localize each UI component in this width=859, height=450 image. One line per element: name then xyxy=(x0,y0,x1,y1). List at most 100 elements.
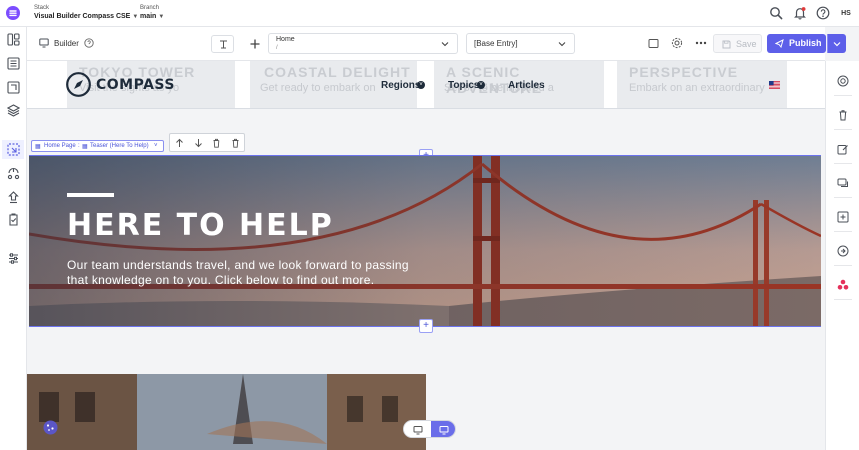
edit-icon[interactable] xyxy=(837,143,849,155)
publish-options-button[interactable] xyxy=(827,34,846,53)
teaser-hero[interactable]: HERE TO HELP Our team understands travel… xyxy=(29,155,821,327)
branch-switcher[interactable]: Branch main ▼ xyxy=(140,5,164,20)
visual-builder-nav-active[interactable] xyxy=(2,140,24,159)
settings-gear-icon[interactable] xyxy=(671,37,683,49)
workflow-icon[interactable] xyxy=(7,167,20,180)
cursor-text-icon xyxy=(219,40,228,49)
rail-divider xyxy=(834,163,852,164)
us-flag-icon[interactable] xyxy=(769,81,780,89)
deploy-icon[interactable] xyxy=(7,191,20,204)
tasks-icon[interactable] xyxy=(7,213,20,226)
publish-label: Publish xyxy=(789,38,822,48)
nav-regions[interactable]: Regions xyxy=(381,80,420,91)
stack-switcher[interactable]: Stack Visual Builder Compass CSE ▼ xyxy=(34,5,138,20)
user-avatar[interactable]: HS xyxy=(837,7,855,20)
chevron-down-icon: ▼ xyxy=(132,13,139,20)
selection-breadcrumb[interactable]: ▦ Home Page : ▦ Teaser (Here To Help) ˅ xyxy=(31,140,164,152)
rail-divider xyxy=(834,231,852,232)
compass-logo[interactable]: COMPASS xyxy=(66,72,175,97)
site-header-preview[interactable]: TOKYO TOWER Visit the sights as yo COAST… xyxy=(27,61,825,109)
publish-button[interactable]: Publish xyxy=(767,34,826,53)
breadcrumb-separator: : xyxy=(78,143,80,149)
move-up-icon[interactable] xyxy=(175,138,184,148)
nav-topics[interactable]: Topics xyxy=(448,80,479,91)
integration-app-icon[interactable] xyxy=(837,279,849,291)
right-tools-rail xyxy=(825,61,859,450)
chevron-down-icon xyxy=(558,40,566,48)
chevron-down-icon xyxy=(833,40,841,48)
hero-title[interactable]: HERE TO HELP xyxy=(67,208,334,243)
search-icon[interactable] xyxy=(769,6,785,22)
grid-icon: ▦ xyxy=(82,144,88,150)
delete-icon[interactable] xyxy=(837,109,849,121)
visual-builder-canvas: TOKYO TOWER Visit the sights as yo COAST… xyxy=(27,61,825,450)
settings-sliders-icon[interactable] xyxy=(7,252,20,265)
bell-icon[interactable] xyxy=(793,6,809,22)
component-icon: ▦ xyxy=(35,144,41,150)
rail-divider xyxy=(834,265,852,266)
builder-toolbar: Builder Home / [Base Entry] Save Publish xyxy=(27,27,846,61)
save-disk-icon xyxy=(722,40,731,49)
breadcrumb-component[interactable]: Teaser (Here To Help) xyxy=(90,143,149,149)
ghost-card-subtitle: Embark on an extraordinary xyxy=(629,82,765,94)
release-icon[interactable] xyxy=(837,245,849,257)
more-options-icon[interactable] xyxy=(695,41,707,45)
page-title: Home xyxy=(276,36,295,43)
hero-accent-bar xyxy=(67,193,114,197)
rail-divider xyxy=(834,197,852,198)
rail-divider xyxy=(834,299,852,300)
pointer-tool-button[interactable] xyxy=(211,35,234,53)
contentstack-logo-icon[interactable] xyxy=(6,6,20,20)
rail-divider xyxy=(834,95,852,96)
hero-description[interactable]: Our team understands travel, and we look… xyxy=(67,258,427,288)
stack-label: Stack xyxy=(34,5,50,11)
desktop-view-button[interactable] xyxy=(404,421,431,437)
chevron-down-icon: ▼ xyxy=(158,13,165,20)
paris-street-photo[interactable] xyxy=(27,374,426,450)
chevron-down-icon: ˅ xyxy=(477,81,485,89)
compass-logo-text: COMPASS xyxy=(96,76,175,93)
branch-label: Branch xyxy=(140,5,160,11)
top-bar: Stack Visual Builder Compass CSE ▼ Branc… xyxy=(0,0,859,27)
rail-divider xyxy=(834,129,852,130)
save-label: Save xyxy=(736,39,757,49)
monitor-edit-icon xyxy=(439,425,449,435)
ghost-card-title: PERSPECTIVE xyxy=(629,64,739,80)
help-icon[interactable] xyxy=(816,6,832,22)
breadcrumb-page[interactable]: Home Page xyxy=(44,143,76,149)
compare-icon[interactable] xyxy=(837,211,849,223)
help-icon[interactable] xyxy=(84,38,94,48)
ghost-card: PERSPECTIVE Embark on an extraordinary xyxy=(617,61,787,108)
edit-view-button[interactable] xyxy=(431,421,455,437)
layers-icon[interactable] xyxy=(7,104,20,117)
add-page-button[interactable] xyxy=(249,38,261,50)
save-button[interactable]: Save xyxy=(713,34,762,53)
stack-name: Visual Builder Compass CSE xyxy=(34,13,131,20)
dashboard-icon[interactable] xyxy=(7,33,20,46)
component-action-toolbar xyxy=(169,133,245,152)
plus-icon xyxy=(249,38,261,50)
page-selector[interactable]: Home / xyxy=(268,33,458,54)
monitor-icon xyxy=(413,425,423,435)
chevron-down-icon: ˅ xyxy=(154,143,158,149)
entry-variant-select[interactable]: [Base Entry] xyxy=(466,33,575,54)
duplicate-icon[interactable] xyxy=(212,138,221,148)
content-models-icon[interactable] xyxy=(7,81,20,94)
compass-logo-icon xyxy=(66,72,91,97)
cookie-settings-icon[interactable] xyxy=(43,420,58,435)
add-component-below-button[interactable]: + xyxy=(419,319,433,333)
left-navigation-rail xyxy=(0,27,27,450)
move-down-icon[interactable] xyxy=(194,138,203,148)
comments-icon[interactable] xyxy=(837,177,849,189)
entries-list-icon[interactable] xyxy=(7,57,20,70)
branch-name: main xyxy=(140,13,157,20)
target-icon[interactable] xyxy=(837,75,849,87)
chevron-down-icon: ˅ xyxy=(417,81,425,89)
preview-icon[interactable] xyxy=(648,38,659,49)
builder-mode[interactable]: Builder xyxy=(39,38,94,48)
ghost-card-subtitle: Get ready to embark on xyxy=(260,82,376,94)
delete-icon[interactable] xyxy=(231,138,240,148)
page-path: / xyxy=(276,45,278,51)
nav-articles[interactable]: Articles xyxy=(508,80,545,91)
visual-builder-icon xyxy=(7,143,20,156)
